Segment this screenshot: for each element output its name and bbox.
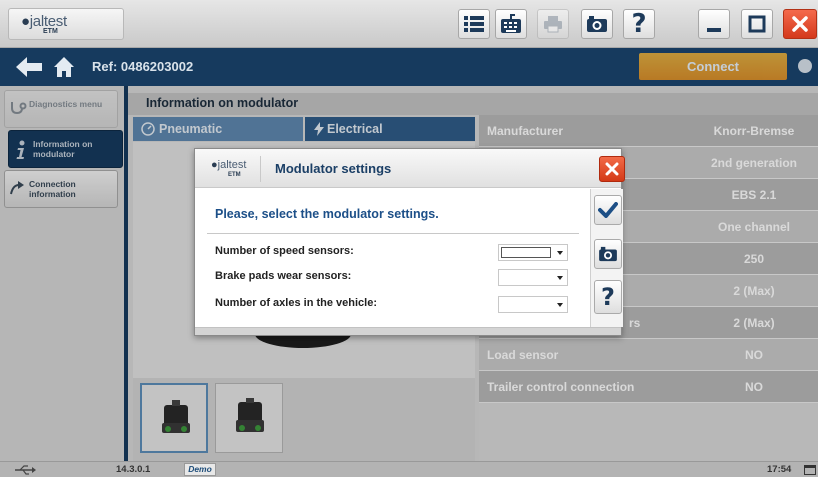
help-icon: ? <box>601 283 615 311</box>
close-button[interactable] <box>783 9 817 39</box>
camera-icon <box>587 16 607 32</box>
brake-pads-select[interactable] <box>498 269 568 286</box>
logo-product: ETM <box>43 28 58 35</box>
connect-button[interactable]: Connect <box>639 53 787 80</box>
dialog-header: ●jaltest ETM Modulator settings <box>195 149 621 188</box>
dialog-footer <box>195 327 621 335</box>
logo-product: ETM <box>228 172 241 178</box>
chevron-down-icon <box>557 303 563 307</box>
dialog-help-button[interactable]: ? <box>594 280 622 314</box>
keyboard-icon <box>501 14 521 33</box>
close-icon <box>605 162 619 176</box>
help-icon: ? <box>631 9 647 39</box>
dialog-logo: ●jaltest ETM <box>201 156 261 182</box>
title-bar: ●jaltest ETM ? <box>0 0 818 48</box>
help-button[interactable]: ? <box>623 9 655 39</box>
dialog-close-button[interactable] <box>599 156 625 182</box>
app-logo: ●jaltest ETM <box>8 8 124 40</box>
camera-icon <box>599 246 617 262</box>
screenshot-button[interactable] <box>581 9 613 39</box>
maximize-icon <box>748 15 766 33</box>
chevron-down-icon <box>557 251 563 255</box>
minimize-icon <box>707 28 721 32</box>
check-icon <box>598 202 618 218</box>
axles-select[interactable] <box>498 296 568 313</box>
chevron-down-icon <box>557 276 563 280</box>
dialog-instruction: Please, select the modulator settings. <box>215 207 439 221</box>
version-label: 14.3.0.1 <box>116 464 151 475</box>
brake-pads-label: Brake pads wear sensors: <box>215 270 352 282</box>
list-icon <box>464 16 484 32</box>
dialog-body: Please, select the modulator settings. N… <box>195 189 589 327</box>
usb-icon <box>15 465 36 475</box>
logo-brand: ●jaltest <box>211 159 247 171</box>
list-button[interactable] <box>458 9 490 39</box>
modulator-settings-dialog: ●jaltest ETM Modulator settings Please, … <box>194 148 625 336</box>
back-arrow-icon[interactable] <box>16 57 42 77</box>
focus-ring <box>501 247 551 258</box>
print-button[interactable] <box>537 9 569 39</box>
confirm-button[interactable] <box>594 195 622 225</box>
keyboard-button[interactable] <box>495 9 527 39</box>
reference-number: Ref: 0486203002 <box>92 59 194 74</box>
home-icon[interactable] <box>53 56 75 78</box>
mode-badge: Demo <box>184 463 216 476</box>
maximize-button[interactable] <box>741 9 773 39</box>
speed-sensors-label: Number of speed sensors: <box>215 245 354 257</box>
print-icon <box>544 16 562 33</box>
dialog-title: Modulator settings <box>275 161 392 176</box>
clock: 17:54 <box>767 464 792 475</box>
connection-status-indicator <box>798 59 812 73</box>
speed-sensors-select[interactable] <box>498 244 568 261</box>
dialog-divider <box>207 233 579 234</box>
dialog-action-column: ? <box>590 189 623 327</box>
minimize-button[interactable] <box>698 9 730 39</box>
dialog-screenshot-button[interactable] <box>594 239 622 269</box>
axles-label: Number of axles in the vehicle: <box>215 297 377 309</box>
status-bar: 14.3.0.1 Demo 17:54 <box>0 461 818 477</box>
calendar-icon <box>804 465 816 475</box>
close-icon <box>792 16 808 32</box>
